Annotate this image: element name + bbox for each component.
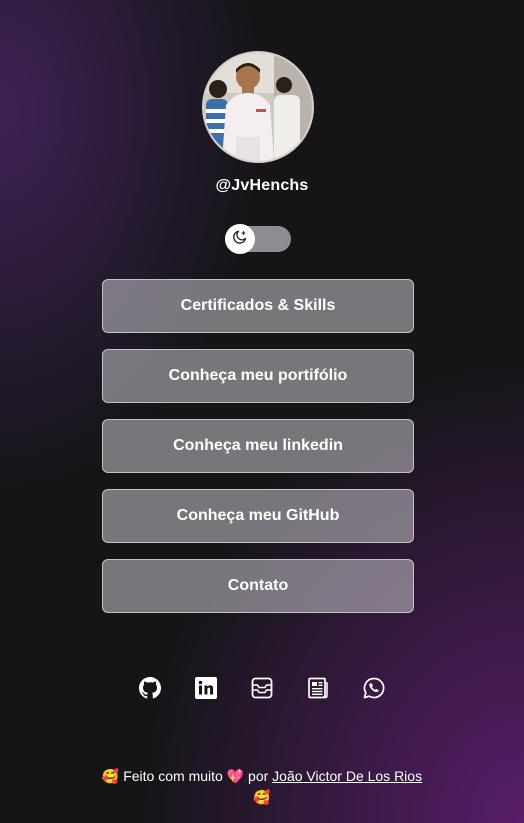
moon-stars-icon [232,229,248,250]
certificates-skills-button[interactable]: Certificados & Skills [102,279,414,333]
inbox-icon[interactable] [251,677,273,699]
linkedin-icon[interactable] [195,677,217,699]
github-button[interactable]: Conheça meu GitHub [102,489,414,543]
avatar [202,51,314,163]
username: @JvHenchs [215,177,309,194]
linkedin-button[interactable]: Conheça meu linkedin [102,419,414,473]
footer-text: Feito com muito [123,768,223,784]
smiling-face-hearts-emoji-end: 🥰 [253,790,271,806]
social-icons [0,677,524,699]
whatsapp-icon[interactable] [363,677,385,699]
footer: 🥰 Feito com muito 💖 por João Victor De L… [100,766,424,808]
smiling-face-hearts-emoji: 🥰 [101,769,120,785]
toggle-knob[interactable] [225,224,255,254]
newspaper-icon[interactable] [307,677,329,699]
theme-toggle[interactable] [225,224,291,254]
github-icon[interactable] [139,677,161,699]
author-link[interactable]: João Victor De Los Rios [272,768,422,784]
heart-emoji: 💖 [226,769,245,785]
footer-by-text: por [248,768,269,784]
link-list: Certificados & Skills Conheça meu portif… [102,279,414,629]
contact-button[interactable]: Contato [102,559,414,613]
portfolio-button[interactable]: Conheça meu portifólio [102,349,414,403]
